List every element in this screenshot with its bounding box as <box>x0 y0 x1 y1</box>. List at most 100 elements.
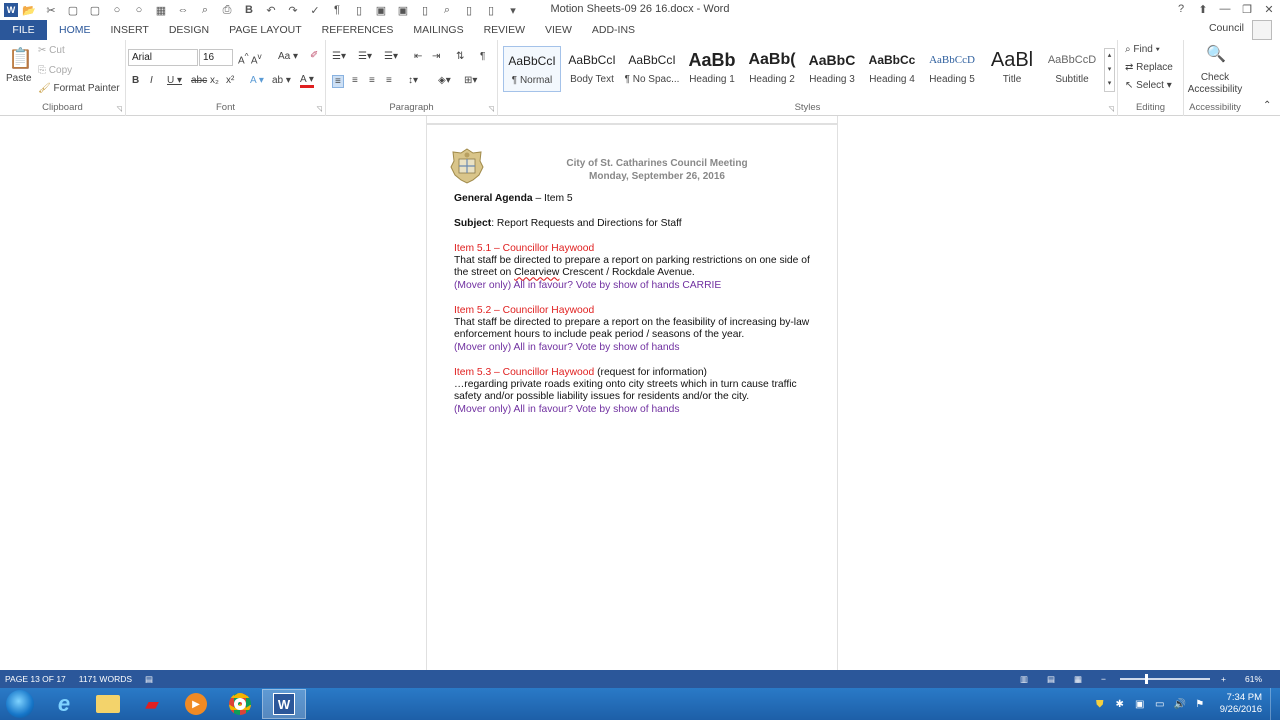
ribbon-display-icon[interactable]: ⬆ <box>1192 0 1214 18</box>
font-color-icon[interactable]: A ▾ <box>300 75 314 88</box>
close-icon[interactable]: ✕ <box>1258 0 1280 18</box>
font-name-select[interactable]: Arial <box>128 49 198 66</box>
restore-icon[interactable]: ❐ <box>1236 0 1258 18</box>
document-canvas[interactable]: City of St. Catharines Council Meeting M… <box>0 116 1280 670</box>
print-layout-icon[interactable]: ▤ <box>1047 674 1055 685</box>
flag-icon[interactable]: ⚑ <box>1192 696 1208 712</box>
style-heading-2[interactable]: AaBb(Heading 2 <box>743 46 801 92</box>
style-body-text[interactable]: AaBbCcI Body Text <box>563 46 621 92</box>
show-desktop-button[interactable] <box>1270 688 1280 720</box>
network-icon[interactable]: ▣ <box>1132 696 1148 712</box>
numbering-icon[interactable]: ☰▾ <box>358 51 372 62</box>
word-logo-icon[interactable]: W <box>4 3 18 17</box>
save-icon[interactable]: ▣ <box>374 3 388 17</box>
accessibility-icon[interactable]: 🔍 <box>1206 44 1226 64</box>
word-count[interactable]: 1171 WORDS <box>79 674 132 684</box>
style-title[interactable]: AaBl Title <box>983 46 1041 92</box>
battery-icon[interactable]: ▭ <box>1152 696 1168 712</box>
show-formatting-icon[interactable]: ¶ <box>480 51 485 62</box>
zoom-in-icon[interactable]: + <box>1221 674 1226 684</box>
style-no-spacing[interactable]: AaBbCcI ¶ No Spac... <box>623 46 681 92</box>
decrease-indent-icon[interactable]: ⇤ <box>414 51 422 62</box>
page-icon[interactable]: ▯ <box>352 3 366 17</box>
save-as-icon[interactable]: ▣ <box>396 3 410 17</box>
word-taskbar-icon[interactable]: W <box>262 689 306 719</box>
web-layout-icon[interactable]: ▦ <box>1074 674 1082 685</box>
file-explorer-icon[interactable] <box>86 689 130 719</box>
italic-button[interactable]: I <box>150 75 153 86</box>
redo-icon[interactable]: ↷ <box>286 3 300 17</box>
print-preview-icon[interactable]: ⎙ <box>220 3 234 17</box>
help-icon[interactable]: ? <box>1170 0 1192 18</box>
clock[interactable]: 7:34 PM 9/26/2016 <box>1220 692 1262 716</box>
spellcheck-icon[interactable]: ✓ <box>308 3 322 17</box>
align-right-icon[interactable]: ≡ <box>369 75 375 86</box>
bold-icon[interactable]: B <box>242 3 256 17</box>
copy-button[interactable]: ⎘ Copy <box>38 65 72 76</box>
tab-review[interactable]: REVIEW <box>474 20 535 40</box>
multilevel-list-icon[interactable]: ☰▾ <box>384 51 398 62</box>
paste-icon[interactable]: 📋 <box>8 46 33 71</box>
table-icon[interactable]: ▦ <box>154 3 168 17</box>
style-heading-4[interactable]: AaBbCc Heading 4 <box>863 46 921 92</box>
tab-home[interactable]: HOME <box>49 20 101 40</box>
dialog-launcher-icon[interactable]: ◹ <box>1109 105 1114 113</box>
zoom-slider-thumb[interactable] <box>1144 674 1148 684</box>
zoom-out-icon[interactable]: − <box>1101 674 1106 684</box>
superscript-button[interactable]: x² <box>226 75 234 86</box>
tab-page-layout[interactable]: PAGE LAYOUT <box>219 20 312 40</box>
zoom-level[interactable]: 61% <box>1245 674 1262 684</box>
search-document-icon[interactable]: ⌕ <box>440 3 454 17</box>
pilcrow-icon[interactable]: ¶ <box>330 3 344 17</box>
read-mode-icon[interactable]: ▥ <box>1020 674 1028 685</box>
strikethrough-button[interactable]: abc <box>191 75 207 86</box>
spacing-icon[interactable]: ⇔ <box>176 3 190 17</box>
customize-qat-icon[interactable]: ▾ <box>506 3 520 17</box>
check-accessibility-button[interactable]: Check Accessibility <box>1186 72 1244 96</box>
minimize-icon[interactable]: — <box>1214 0 1236 18</box>
tab-mailings[interactable]: MAILINGS <box>403 20 473 40</box>
volume-icon[interactable]: 🔊 <box>1172 696 1188 712</box>
shield-icon[interactable]: ⛊ <box>1092 696 1108 712</box>
sort-icon[interactable]: ⇅ <box>456 51 464 62</box>
open-folder-icon[interactable]: 📂 <box>22 3 36 17</box>
grow-font-icon[interactable]: A^ Av <box>238 51 262 66</box>
binoculars-icon[interactable]: ⌕ <box>198 3 212 17</box>
tab-view[interactable]: VIEW <box>535 20 582 40</box>
bluetooth-icon[interactable]: ✱ <box>1112 696 1128 712</box>
new-document-icon[interactable]: ▢ <box>66 3 80 17</box>
font-size-select[interactable]: 16 <box>199 49 233 66</box>
page-count[interactable]: PAGE 13 OF 17 <box>5 674 66 684</box>
tab-insert[interactable]: INSERT <box>101 20 159 40</box>
align-center-icon[interactable]: ≡ <box>352 75 358 86</box>
collapse-ribbon-icon[interactable]: ⌃ <box>1263 100 1271 111</box>
tab-references[interactable]: REFERENCES <box>312 20 404 40</box>
dialog-launcher-icon[interactable]: ◹ <box>317 105 322 113</box>
bullets-icon[interactable]: ☰▾ <box>332 51 346 62</box>
presentation-app-icon[interactable]: ▰ <box>130 689 174 719</box>
page-icon[interactable]: ▯ <box>484 3 498 17</box>
style-subtitle[interactable]: AaBbCcD Subtitle <box>1043 46 1101 92</box>
increase-indent-icon[interactable]: ⇥ <box>432 51 440 62</box>
style-heading-1[interactable]: AaBb Heading 1 <box>683 46 741 92</box>
internet-explorer-icon[interactable]: e <box>42 689 86 719</box>
borders-icon[interactable]: ⊞▾ <box>464 75 477 86</box>
format-painter-button[interactable]: 🖌 Format Painter <box>38 83 120 94</box>
select-button[interactable]: ↖ Select ▾ <box>1125 80 1172 91</box>
document-body[interactable]: General Agenda – Item 5 Subject: Report … <box>454 193 824 416</box>
justify-icon[interactable]: ≡ <box>386 75 392 86</box>
change-case-icon[interactable]: Aa ▾ <box>278 51 298 62</box>
style-normal[interactable]: AaBbCcI ¶ Normal <box>503 46 561 92</box>
bold-button[interactable]: B <box>132 75 139 86</box>
undo-icon[interactable]: ↶ <box>264 3 278 17</box>
dialog-launcher-icon[interactable]: ◹ <box>489 105 494 113</box>
line-spacing-icon[interactable]: ↕▾ <box>408 75 418 86</box>
underline-button[interactable]: U ▾ <box>167 75 182 86</box>
shading-icon[interactable]: ◈▾ <box>438 75 451 86</box>
tab-file[interactable]: FILE <box>0 20 47 40</box>
avatar[interactable] <box>1252 20 1272 40</box>
document-icon[interactable]: ▯ <box>418 3 432 17</box>
tools-icon[interactable]: ✂ <box>44 3 58 17</box>
find-button[interactable]: ⌕ Find ▾ <box>1125 44 1160 55</box>
highlight-icon[interactable]: ab ▾ <box>272 75 291 86</box>
